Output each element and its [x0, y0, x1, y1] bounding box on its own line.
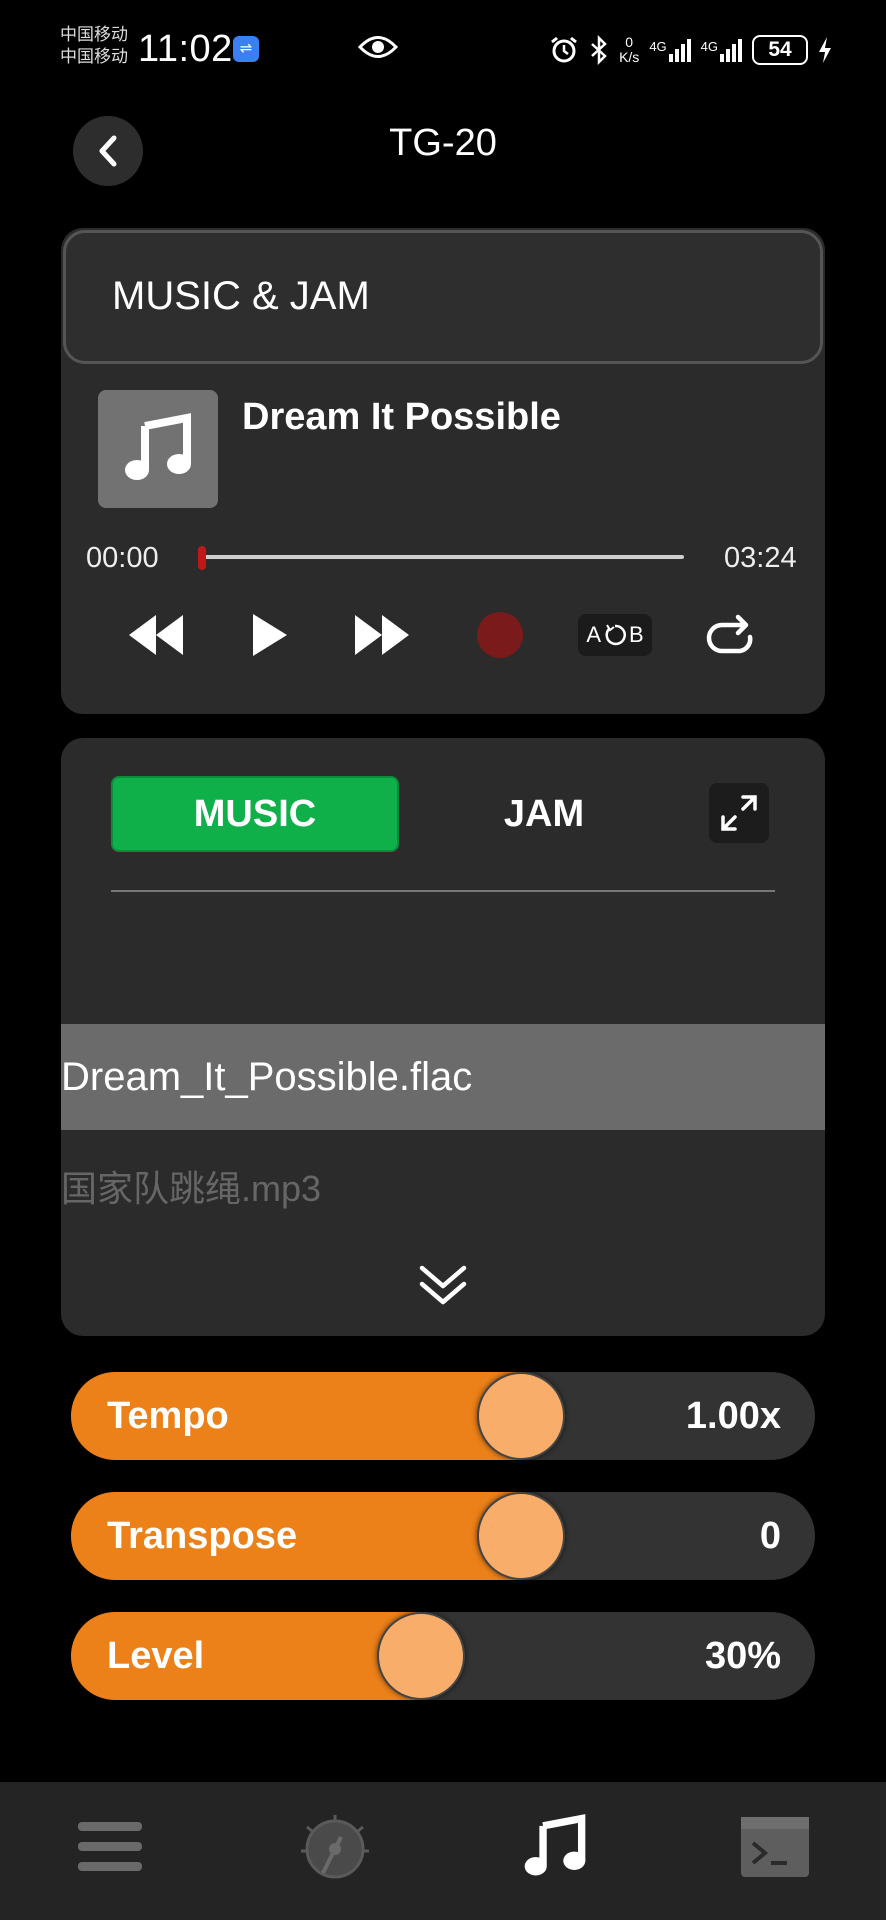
- signal-icon-2: 4G: [700, 38, 742, 62]
- level-knob[interactable]: [377, 1612, 465, 1700]
- nav-terminal[interactable]: [725, 1782, 825, 1912]
- progress-knob[interactable]: [198, 546, 206, 570]
- tuner-icon: [301, 1815, 369, 1879]
- progress-track[interactable]: [200, 555, 684, 559]
- play-icon: [253, 614, 287, 656]
- list-item-selected[interactable]: Dream_It_Possible.flac: [61, 1024, 825, 1130]
- music-note-icon: [125, 413, 191, 480]
- double-chevron-down-icon: [419, 1265, 467, 1305]
- transpose-label: Transpose: [107, 1515, 298, 1557]
- tempo-label: Tempo: [107, 1395, 229, 1437]
- album-art: [98, 390, 218, 508]
- ab-label-b: B: [629, 622, 644, 647]
- battery-indicator: 54: [752, 35, 808, 65]
- tab-music[interactable]: MUSIC: [111, 776, 399, 852]
- time-total: 03:24: [724, 542, 797, 574]
- menu-icon: [78, 1822, 142, 1871]
- signal-2-label: 4G: [700, 38, 718, 54]
- charging-icon: [819, 37, 831, 63]
- mode-label: MUSIC & JAM: [112, 274, 370, 318]
- rewind-icon: [129, 615, 183, 655]
- show-more-button[interactable]: [416, 1262, 470, 1313]
- ab-label-a: A: [586, 622, 601, 647]
- usb-icon: ⇌: [233, 36, 259, 62]
- back-button[interactable]: [73, 116, 143, 186]
- tempo-value: 1.00x: [685, 1395, 781, 1437]
- bluetooth-icon: [591, 35, 607, 65]
- record-button[interactable]: [477, 612, 523, 658]
- ab-loop-button[interactable]: A B: [578, 614, 652, 656]
- music-note-icon: [524, 1814, 586, 1876]
- tab-divider: [111, 890, 775, 892]
- nav-music[interactable]: [505, 1782, 605, 1912]
- carrier-1: 中国移动: [60, 25, 128, 44]
- transpose-slider[interactable]: Transpose 0: [71, 1492, 815, 1580]
- alarm-icon: [551, 36, 578, 63]
- nav-menu[interactable]: [60, 1782, 160, 1912]
- signal-icon-1: 4G: [649, 38, 691, 62]
- expand-button[interactable]: [709, 783, 769, 843]
- expand-icon: [721, 795, 757, 831]
- loop-icon: [605, 624, 626, 646]
- song-title: Dream It Possible: [242, 396, 561, 438]
- fast-forward-button[interactable]: [344, 600, 420, 670]
- carrier-label: 中国移动 中国移动: [60, 24, 128, 68]
- transpose-knob[interactable]: [477, 1492, 565, 1580]
- tab-jam[interactable]: JAM: [420, 776, 668, 852]
- net-speed: 0 K/s: [619, 35, 639, 65]
- list-item[interactable]: 国家队跳绳.mp3: [61, 1160, 321, 1212]
- time-current: 00:00: [86, 542, 159, 574]
- carrier-2: 中国移动: [60, 47, 128, 66]
- repeat-icon: [706, 614, 753, 654]
- fast-forward-icon: [355, 615, 409, 655]
- status-clock: 11:02: [138, 28, 233, 70]
- transpose-value: 0: [759, 1515, 781, 1557]
- eye-icon: [357, 34, 399, 65]
- rewind-button[interactable]: [118, 600, 194, 670]
- signal-1-label: 4G: [649, 38, 667, 54]
- chevron-left-icon: [99, 135, 117, 167]
- tempo-slider[interactable]: Tempo 1.00x: [71, 1372, 815, 1460]
- status-bar: 中国移动 中国移动 11:02 ⇌ 0 K/s 4G 4G 54: [0, 0, 886, 100]
- repeat-button[interactable]: [700, 600, 760, 670]
- level-value: 30%: [704, 1635, 781, 1677]
- status-icons: 0 K/s 4G 4G 54: [549, 30, 832, 70]
- nav-tuner[interactable]: [280, 1782, 390, 1912]
- net-speed-value: 0: [625, 34, 634, 50]
- terminal-icon: [741, 1817, 809, 1877]
- play-button[interactable]: [240, 600, 300, 670]
- net-speed-unit: K/s: [619, 49, 640, 65]
- tempo-knob[interactable]: [477, 1372, 565, 1460]
- level-label: Level: [107, 1635, 205, 1677]
